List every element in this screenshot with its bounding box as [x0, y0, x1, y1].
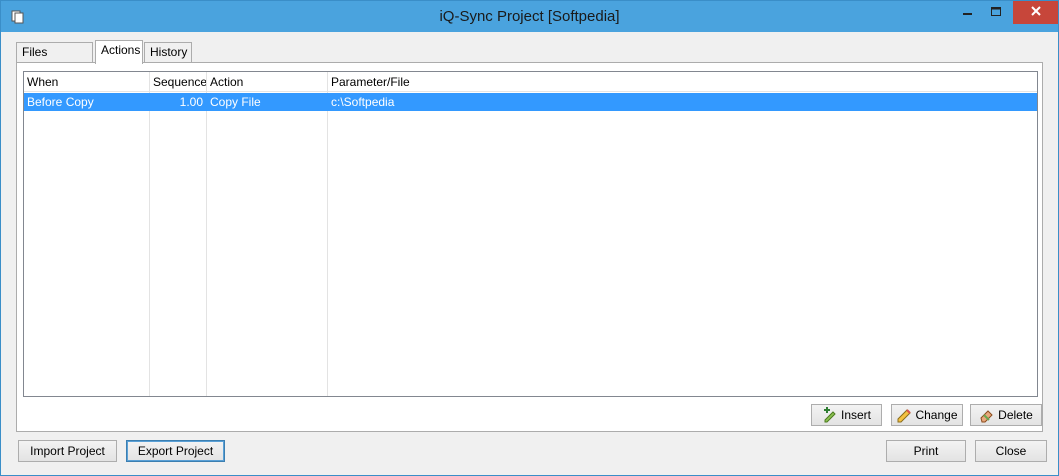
import-project-button[interactable]: Import Project	[18, 440, 117, 462]
delete-button-label: Delete	[998, 408, 1033, 422]
cell-sequence: 1.00	[179, 95, 203, 109]
app-window: iQ-Sync Project [Softpedia] Files Includ…	[0, 0, 1059, 476]
column-divider	[149, 72, 150, 396]
pencil-icon	[896, 407, 912, 423]
export-project-button[interactable]: Export Project	[126, 440, 225, 462]
change-button[interactable]: Change	[891, 404, 963, 426]
grid-header: When Sequence Action Parameter/File	[24, 72, 1037, 92]
add-pencil-icon	[822, 407, 838, 423]
cell-action: Copy File	[210, 95, 261, 109]
maximize-button[interactable]	[981, 1, 1011, 24]
column-header-parameter[interactable]: Parameter/File	[328, 72, 728, 92]
actions-panel: When Sequence Action Parameter/File Befo…	[16, 62, 1043, 432]
table-row[interactable]: Before Copy 1.00 Copy File c:\Softpedia	[24, 93, 1037, 111]
tab-actions[interactable]: Actions	[95, 40, 143, 64]
close-window-button[interactable]	[1013, 1, 1058, 24]
delete-button[interactable]: Delete	[970, 404, 1042, 426]
maximize-icon	[991, 6, 1001, 20]
minimize-button[interactable]	[951, 1, 985, 24]
minimize-icon	[963, 6, 973, 20]
title-bar[interactable]: iQ-Sync Project [Softpedia]	[1, 1, 1058, 32]
print-button[interactable]: Print	[886, 440, 966, 462]
column-divider	[206, 72, 207, 396]
eraser-icon	[979, 407, 995, 423]
insert-button[interactable]: Insert	[811, 404, 882, 426]
column-header-sequence[interactable]: Sequence	[150, 72, 207, 92]
column-header-when[interactable]: When	[24, 72, 150, 92]
change-button-label: Change	[915, 408, 958, 422]
cell-parameter: c:\Softpedia	[331, 95, 395, 109]
column-header-action[interactable]: Action	[207, 72, 328, 92]
insert-button-label: Insert	[840, 408, 871, 422]
tab-files-included[interactable]: Files Included	[16, 42, 93, 78]
client-area: Files Included Actions History When Sequ…	[9, 32, 1050, 469]
window-title: iQ-Sync Project [Softpedia]	[439, 8, 620, 25]
tab-history[interactable]: History	[144, 42, 192, 63]
column-divider	[327, 72, 328, 396]
close-icon	[1030, 5, 1042, 20]
cell-when: Before Copy	[27, 95, 94, 109]
close-button[interactable]: Close	[975, 440, 1047, 462]
actions-grid[interactable]: When Sequence Action Parameter/File Befo…	[23, 71, 1038, 397]
